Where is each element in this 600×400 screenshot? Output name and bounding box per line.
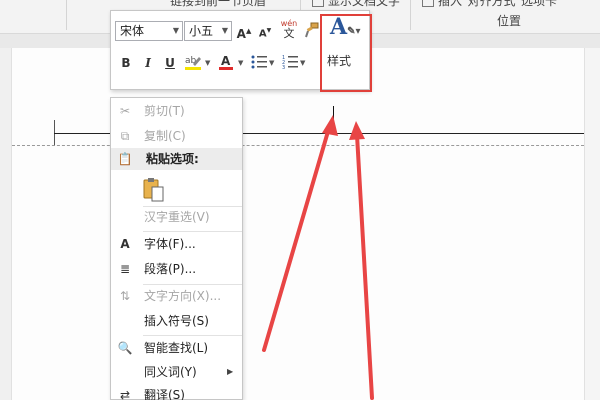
annotation-arrows (262, 115, 374, 400)
annotation-arrow-right (349, 121, 374, 400)
annotation-arrow-left (262, 115, 338, 352)
